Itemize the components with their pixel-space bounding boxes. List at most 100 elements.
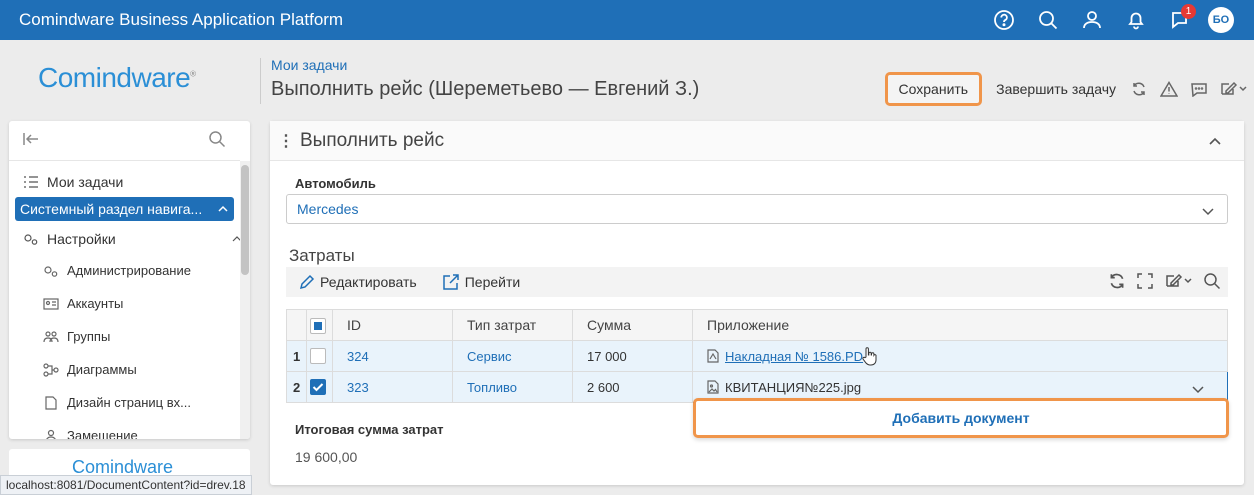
edit-menu-icon[interactable] <box>1214 74 1254 104</box>
sidebar-subitem-label: Группы <box>67 329 111 344</box>
task-form-panel: ⋮ Выполнить рейс Автомобиль Mercedes Зат… <box>270 121 1244 485</box>
add-document-button[interactable]: Добавить документ <box>693 398 1229 438</box>
cell-attachment: Накладная № 1586.PD <box>692 340 1228 372</box>
header-actions: Сохранить Завершить задачу <box>884 72 1254 106</box>
help-icon[interactable] <box>982 0 1026 40</box>
users-icon[interactable] <box>1070 0 1114 40</box>
sidebar-item-label: Настройки <box>47 231 116 247</box>
column-header-type[interactable]: Тип затрат <box>452 309 573 341</box>
sidebar-subitem-groups[interactable]: Группы <box>9 320 250 353</box>
top-bar: Comindware Business Application Platform… <box>0 0 1254 40</box>
sidebar-subitem-page-design[interactable]: Дизайн страниц вх... <box>9 386 250 419</box>
total-cost-value: 19 600,00 <box>295 449 358 465</box>
document-icon <box>45 395 57 410</box>
attachment-file-name: КВИТАНЦИЯ№225.jpg <box>725 379 862 395</box>
costs-table: ID Тип затрат Сумма Приложение 1 324 Сер… <box>286 309 1228 403</box>
sidebar-scrollbar[interactable] <box>240 161 250 439</box>
bell-icon[interactable] <box>1114 0 1158 40</box>
chevron-down-icon[interactable] <box>1191 382 1205 397</box>
sidebar-item-my-tasks[interactable]: Мои задачи <box>9 167 250 197</box>
logo-text: Comindware <box>38 62 191 93</box>
messages-icon[interactable]: 1 <box>1158 0 1202 40</box>
user-icon <box>45 429 57 439</box>
row-number: 2 <box>286 371 307 403</box>
sidebar-header <box>9 121 240 161</box>
cell-id[interactable]: 323 <box>332 371 453 403</box>
sidebar-subitem-accounts[interactable]: Аккаунты <box>9 287 250 320</box>
gears-icon <box>24 234 38 245</box>
sidebar-subitem-label: Дизайн страниц вх... <box>67 395 191 410</box>
fullscreen-icon[interactable] <box>1134 272 1156 293</box>
collapse-panel-icon[interactable] <box>1208 133 1222 149</box>
notification-badge: 1 <box>1181 4 1196 19</box>
attachment-file: КВИТАНЦИЯ№225.jpg <box>707 380 1213 395</box>
collapse-sidebar-icon[interactable] <box>23 132 39 149</box>
avatar[interactable]: БО <box>1208 7 1234 33</box>
logo[interactable]: Comindware® <box>38 62 196 94</box>
edit-button[interactable]: Редактировать <box>299 274 417 290</box>
pdf-file-icon <box>707 349 719 363</box>
table-header-row: ID Тип затрат Сумма Приложение <box>286 309 1228 341</box>
select-all-checkbox[interactable] <box>310 317 326 334</box>
browser-status-bar: localhost:8081/DocumentContent?id=drev.1… <box>0 475 252 495</box>
attachment-link[interactable]: Накладная № 1586.PD <box>707 346 1213 366</box>
page-title: Выполнить рейс (Шереметьево — Евгений З.… <box>271 78 700 100</box>
attachment-link-text[interactable]: Накладная № 1586.PD <box>725 349 863 364</box>
refresh-icon[interactable] <box>1124 74 1154 104</box>
edit-button-label: Редактировать <box>320 274 417 290</box>
checkmark-icon <box>312 383 324 392</box>
column-header-sum[interactable]: Сумма <box>572 309 693 341</box>
select-all-cell <box>306 309 333 341</box>
cell-type[interactable]: Сервис <box>452 340 573 372</box>
sidebar-subitem-label: Администрирование <box>67 263 191 278</box>
sidebar-subitem-diagrams[interactable]: Диаграммы <box>9 353 250 386</box>
app-title: Comindware Business Application Platform <box>19 10 344 29</box>
top-icons: 1 БО <box>982 0 1234 40</box>
finish-task-button[interactable]: Завершить задачу <box>988 81 1124 97</box>
sidebar-search-icon[interactable] <box>208 130 226 151</box>
sidebar-item-settings[interactable]: Настройки <box>9 224 250 254</box>
diagram-icon <box>43 362 59 377</box>
external-link-icon <box>442 274 459 290</box>
row-checkbox[interactable] <box>310 348 326 365</box>
goto-button-label: Перейти <box>464 274 521 290</box>
row-checkbox[interactable] <box>310 379 326 396</box>
goto-button[interactable]: Перейти <box>442 273 520 291</box>
row-checkbox-cell <box>306 340 333 372</box>
sidebar-item-system-section[interactable]: Системный раздел навига... <box>15 197 234 221</box>
column-header-id[interactable]: ID <box>332 309 453 341</box>
panel-header: ⋮ Выполнить рейс <box>270 121 1244 161</box>
save-button[interactable]: Сохранить <box>884 72 983 106</box>
warning-icon[interactable] <box>1154 74 1184 104</box>
refresh-icon[interactable] <box>1108 272 1126 293</box>
pencil-icon <box>299 274 315 290</box>
sidebar-subitem-label: Замещение <box>67 428 138 439</box>
toolbar-right-icons <box>1108 272 1222 293</box>
sidebar-subitem-substitution[interactable]: Замещение <box>9 419 250 439</box>
costs-toolbar: Редактировать Перейти <box>286 267 1228 297</box>
car-select-value: Mercedes <box>297 201 359 217</box>
group-icon <box>43 330 59 342</box>
sidebar-subitem-administration[interactable]: Администрирование <box>9 254 250 287</box>
cell-sum: 2 600 <box>572 371 693 403</box>
drag-handle-icon[interactable]: ⋮ <box>278 131 294 151</box>
sidebar-scroll-thumb[interactable] <box>241 165 249 275</box>
total-cost-label: Итоговая сумма затрат <box>295 422 444 437</box>
sidebar-item-label: Мои задачи <box>47 174 124 190</box>
table-row[interactable]: 1 324 Сервис 17 000 Накладная № 1586.PD <box>286 340 1228 372</box>
hand-cursor-icon <box>862 347 877 366</box>
breadcrumb[interactable]: Мои задачи <box>271 57 347 73</box>
edit-menu-icon[interactable] <box>1164 272 1194 293</box>
header-divider <box>260 58 261 104</box>
sidebar: Мои задачи Системный раздел навига... На… <box>9 121 250 439</box>
cell-id[interactable]: 324 <box>332 340 453 372</box>
column-header-attachment[interactable]: Приложение <box>692 309 1228 341</box>
chevron-down-icon <box>1201 203 1215 219</box>
car-select[interactable]: Mercedes <box>286 194 1228 224</box>
search-icon[interactable] <box>1202 272 1222 293</box>
gears-icon <box>44 265 58 277</box>
comment-icon[interactable] <box>1184 74 1214 104</box>
sidebar-item-label: Системный раздел навига... <box>20 201 203 217</box>
search-icon[interactable] <box>1026 0 1070 40</box>
cell-type[interactable]: Топливо <box>452 371 573 403</box>
